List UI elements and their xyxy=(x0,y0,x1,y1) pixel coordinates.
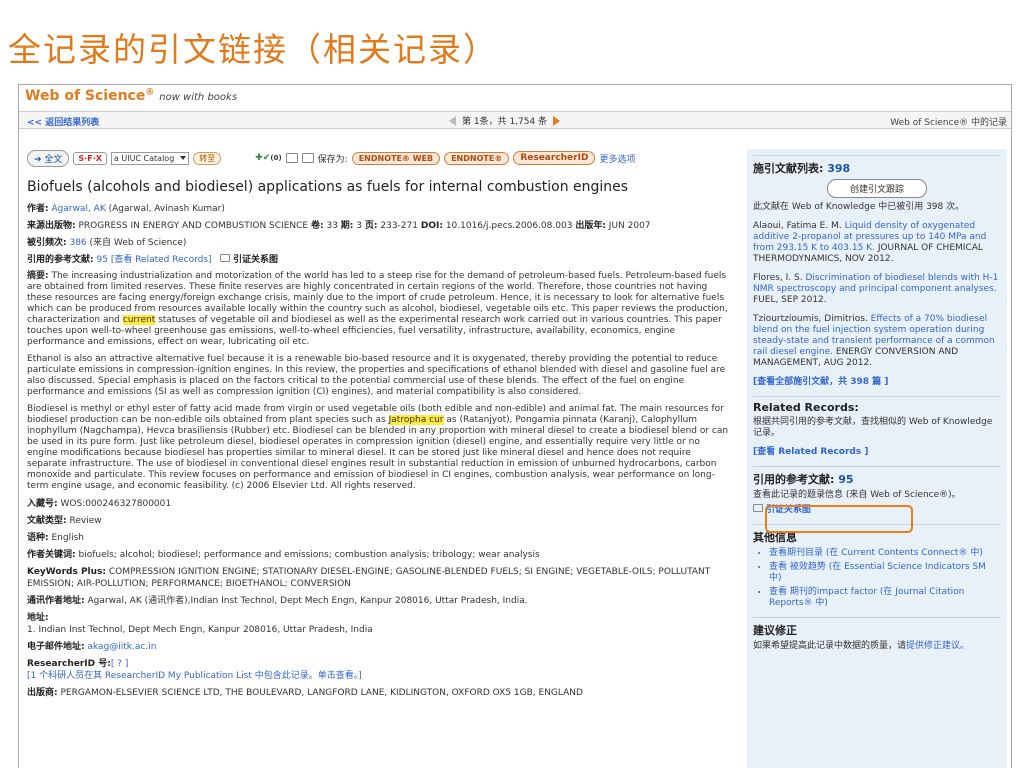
language-field: 语种: English xyxy=(27,533,84,543)
author-keywords-field: 作者关键词: biofuels; alcohol; biodiesel; per… xyxy=(27,550,540,560)
citation-map-icon xyxy=(753,504,763,512)
source-field: 来源出版物: PROGRESS IN ENERGY AND COMBUSTION… xyxy=(27,221,651,231)
citing-item: Flores, I. S. Discrimination of biodiese… xyxy=(753,273,999,305)
endnote-web-button[interactable]: ENDNOTE® WEB xyxy=(351,151,441,165)
related-records-link[interactable]: Related Records xyxy=(135,255,208,265)
email-link[interactable]: akag@iitk.ac.in xyxy=(87,642,156,652)
view-related-records-link[interactable]: [查看 Related Records ] xyxy=(753,447,868,457)
cited-references-section: 引用的参考文献: 95 查看此记录的题录信息 (来自 Web of Scienc… xyxy=(753,466,1001,516)
citing-item: Tziourtzioumis, Dimitrios. Effects of a … xyxy=(753,314,995,368)
wos-logo[interactable]: Web of Science® now with books xyxy=(25,87,238,104)
browser-frame: Web of Science® now with books << 返回结果列表… xyxy=(18,84,1012,768)
citing-articles-section: 施引文献列表: 398 创建引文跟踪 此文献在 Web of Knowledge… xyxy=(753,155,1001,388)
reprint-address-field: 通讯作者地址: Agarwal, AK (通讯作者),Indian Inst T… xyxy=(27,596,528,606)
cited-note: 此文献在 Web of Knowledge 中已被引用 398 次。 xyxy=(753,202,965,212)
abstract-p2: Ethanol is also an attractive alternativ… xyxy=(27,354,726,397)
back-to-results-link[interactable]: << 返回结果列表 xyxy=(27,115,99,128)
citation-map-link[interactable]: 引证关系图 xyxy=(233,255,278,265)
fulltext-button[interactable]: ➔ 全文 xyxy=(27,149,70,167)
suggest-correction-section: 建议修正 如果希望提高此记录中数据的质量，请提供修正建议。 xyxy=(753,617,1001,652)
researcherid-field: ResearcherID 号:[ ? ] [1 个科研人员在其 Researche… xyxy=(27,659,362,681)
researcherid-note-link[interactable]: [1 个科研人员在其 ResearcherID My Publication L… xyxy=(27,671,362,681)
pager: 第 1条，共 1,754 条 xyxy=(449,114,561,127)
related-records-section: Related Records: 根据共同引用的参考文献，查找相似的 Web o… xyxy=(753,396,1001,458)
right-sidebar: 施引文献列表: 398 创建引文跟踪 此文献在 Web of Knowledge… xyxy=(747,149,1007,768)
times-cited-field: 被引频次: 386 (来自 Web of Science) xyxy=(27,238,187,248)
citing-item: Alaoui, Fatima E. M. Liquid density of o… xyxy=(753,221,987,264)
other-info-item[interactable]: 查看 被效趋势 (在 Essential Science Indicators … xyxy=(769,562,1001,584)
slide-title: 全记录的引文链接（相关记录） xyxy=(8,30,498,69)
other-info-section: 其他信息 查看期刊目录 (在 Current Contents Connect®… xyxy=(753,524,1001,609)
times-cited-link[interactable]: 386 xyxy=(69,238,86,248)
author-link[interactable]: Agarwal, AK xyxy=(51,204,105,214)
citing-count-link[interactable]: 398 xyxy=(827,162,850,175)
record-title: Biofuels (alcohols and biodiesel) applic… xyxy=(27,179,629,195)
next-record-icon[interactable] xyxy=(553,115,561,126)
email-field: 电子邮件地址: akag@iitk.ac.in xyxy=(27,642,157,652)
abstract-p1: 摘要: The increasing industrialization and… xyxy=(27,271,728,347)
sidebar-citation-map-link[interactable]: 引证关系图 xyxy=(766,505,811,515)
record-main: ➔ 全文 S·F·X a UIUC Catalog 转至 ✚✔(0) 保存为: … xyxy=(19,133,739,768)
create-citation-alert-button[interactable]: 创建引文跟踪 xyxy=(827,179,927,198)
catalog-select[interactable]: a UIUC Catalog xyxy=(110,151,190,165)
highlight-current: current xyxy=(122,315,156,325)
cited-refs-count-link[interactable]: 95 xyxy=(96,255,107,265)
record-toolbar: ➔ 全文 S·F·X a UIUC Catalog 转至 ✚✔(0) 保存为: … xyxy=(27,147,731,169)
accession-field: 入藏号: WOS:000246327800001 xyxy=(27,499,172,509)
pager-text: 第 1条，共 1,754 条 xyxy=(462,117,548,127)
endnote-button[interactable]: ENDNOTE® xyxy=(444,151,510,165)
author-field: 作者: Agarwal, AK (Agarwal, Avinash Kumar) xyxy=(27,204,225,214)
abstract-p3: Biodiesel is methyl or ethyl ester of fa… xyxy=(27,404,729,491)
chevron-down-icon xyxy=(180,156,187,160)
sfx-button[interactable]: S·F·X xyxy=(73,151,107,165)
action-icons: ✚✔(0) 保存为: ENDNOTE® WEB ENDNOTE® Researc… xyxy=(255,151,635,165)
suggest-correction-link[interactable]: 提供修正建议。 xyxy=(906,641,969,651)
result-navbar: << 返回结果列表 第 1条，共 1,754 条 Web of Science®… xyxy=(19,111,1011,129)
mark-list-icon[interactable]: ✚✔(0) xyxy=(255,153,281,163)
researcherid-button[interactable]: ResearcherID xyxy=(513,151,596,165)
more-options-link[interactable]: 更多选项 xyxy=(599,152,635,165)
refs-count-link[interactable]: 95 xyxy=(838,473,853,486)
other-info-item[interactable]: 查看 期刊的impact factor (在 Journal Citation … xyxy=(769,587,1001,609)
save-as-label: 保存为: xyxy=(317,154,348,165)
highlight-jatropha: Jatropha cur xyxy=(388,415,444,425)
view-all-citing-link[interactable]: [查看全部施引文献，共 398 篇 ] xyxy=(753,377,888,387)
other-info-item[interactable]: 查看期刊目录 (在 Current Contents Connect® 中) xyxy=(769,548,1001,559)
records-in-wos-label: Web of Science® 中的记录 xyxy=(890,118,1007,128)
prev-record-icon[interactable] xyxy=(449,115,456,126)
publisher-field: 出版商: PERGAMON-ELSEVIER SCIENCE LTD, THE … xyxy=(27,688,583,698)
cited-refs-field: 引用的参考文献: 95 [查看 Related Records] 引证关系图 xyxy=(27,254,279,265)
citation-map-icon xyxy=(220,254,231,262)
wos-header: Web of Science® now with books xyxy=(19,85,1011,109)
doctype-field: 文献类型: Review xyxy=(27,516,102,526)
go-button[interactable]: 转至 xyxy=(193,151,222,165)
email-icon[interactable] xyxy=(301,153,314,163)
keywords-plus-field: KeyWords Plus: COMPRESSION IGNITION ENGI… xyxy=(27,567,711,589)
address-field: 地址: 1. Indian Inst Technol, Dept Mech Eng… xyxy=(27,613,373,635)
print-icon[interactable] xyxy=(285,153,298,163)
logo-tagline: now with books xyxy=(159,91,238,103)
